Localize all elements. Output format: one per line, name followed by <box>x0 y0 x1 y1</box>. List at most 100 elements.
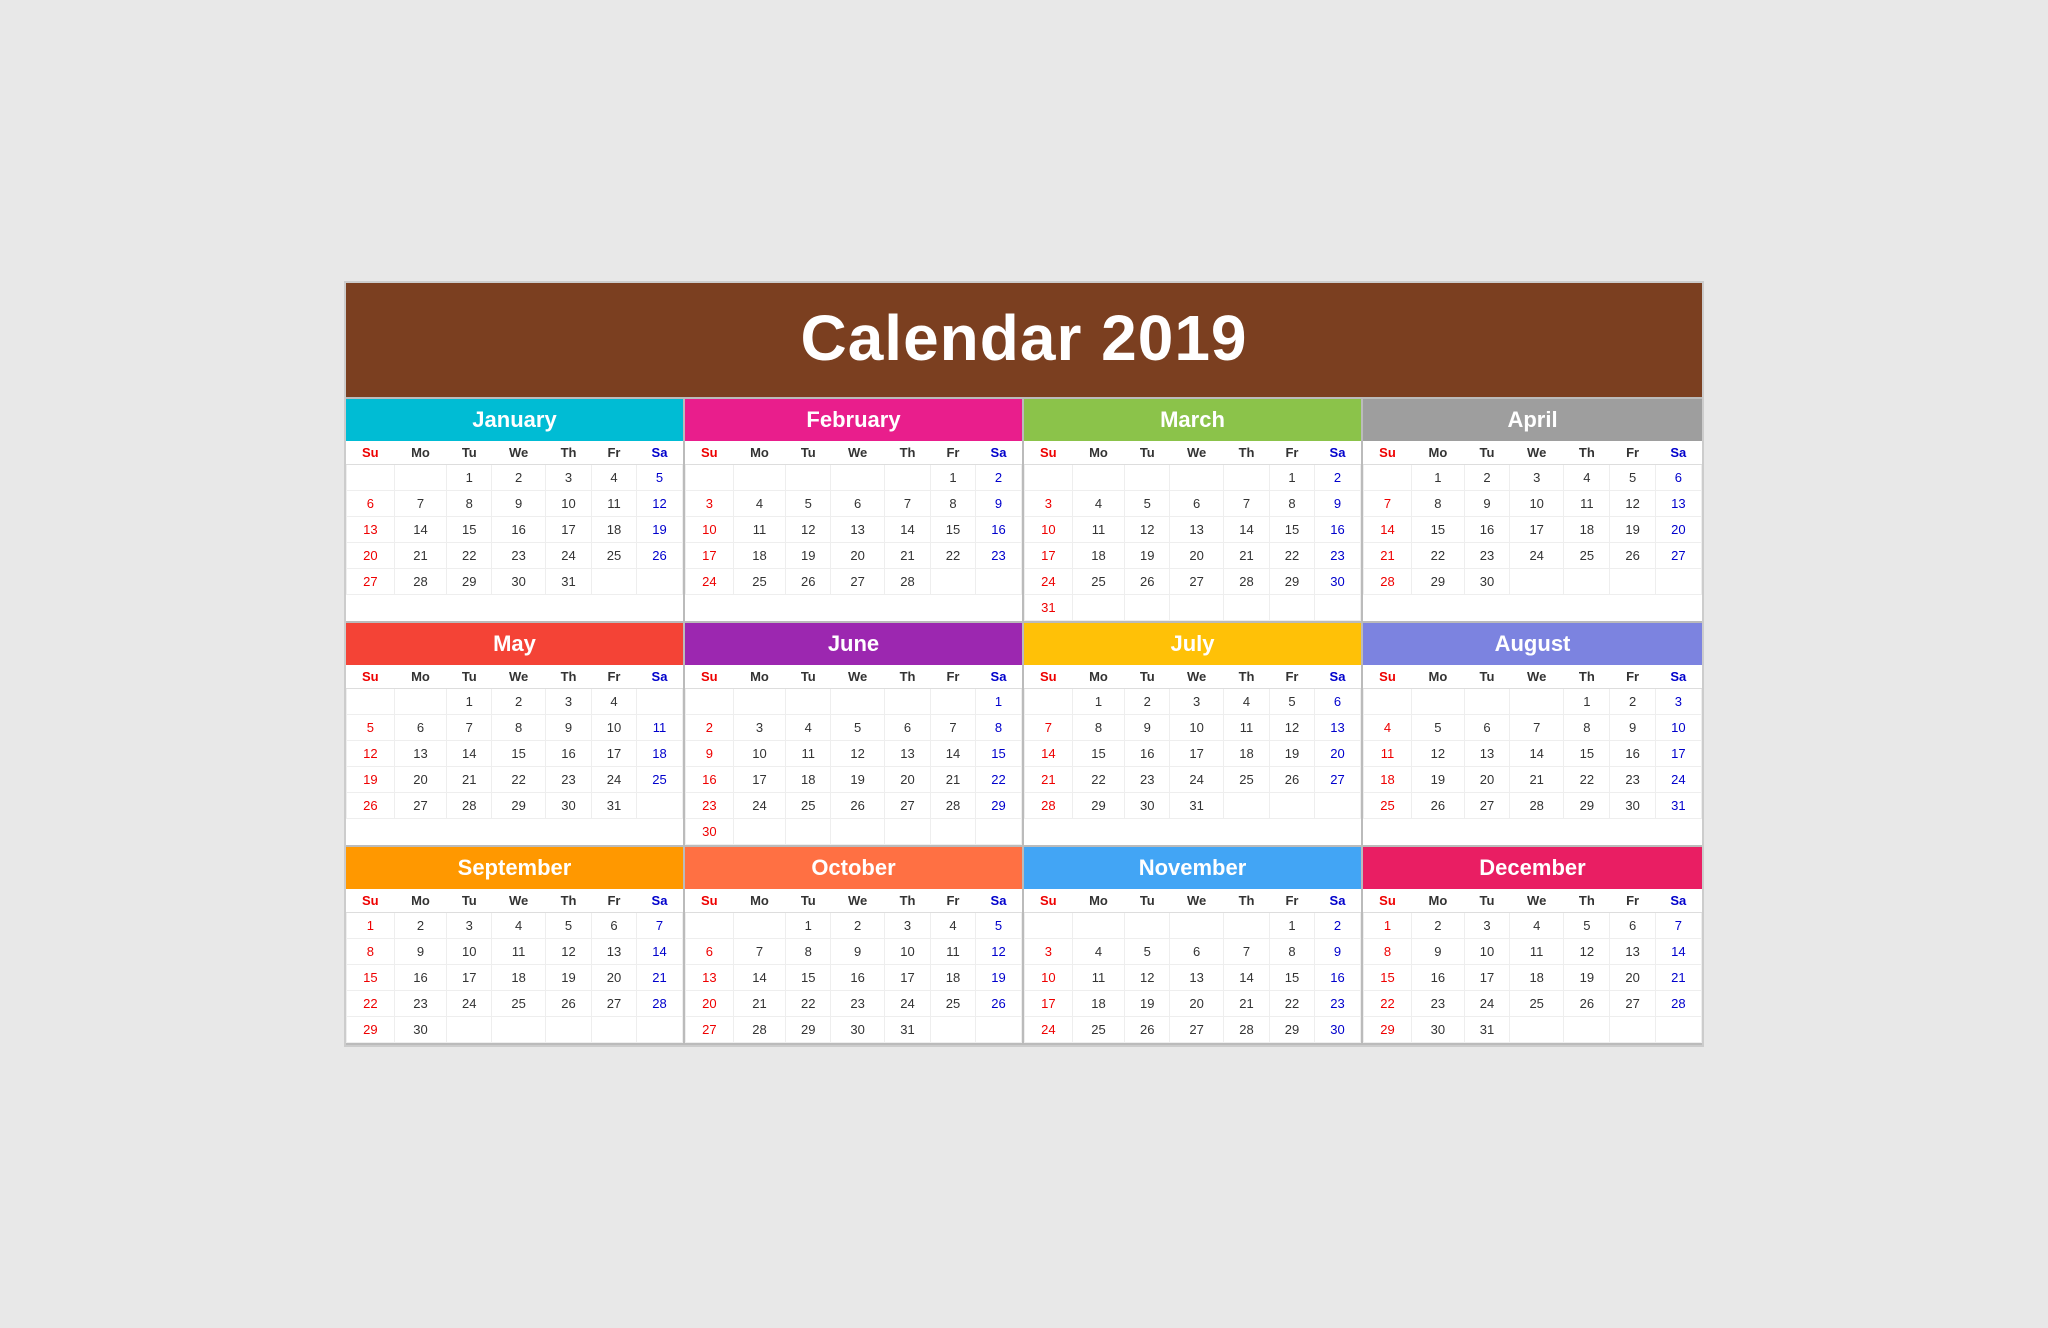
calendar-day: 11 <box>492 939 546 965</box>
calendar-day: 11 <box>786 741 831 767</box>
calendar-day: 19 <box>546 965 592 991</box>
calendar-day: 27 <box>1655 543 1701 569</box>
calendar-day: 22 <box>492 767 546 793</box>
month-header-january: January <box>346 399 683 441</box>
calendar-day: 25 <box>1072 1017 1125 1043</box>
day-header-mo: Mo <box>394 889 447 913</box>
calendar-day: 31 <box>1464 1017 1509 1043</box>
calendar-day: 27 <box>1170 1017 1224 1043</box>
calendar-day: 14 <box>1224 517 1270 543</box>
day-header-sa: Sa <box>1655 665 1701 689</box>
calendar-day: 6 <box>686 939 734 965</box>
calendar-day: 6 <box>1610 913 1655 939</box>
calendar-day: 1 <box>1364 913 1412 939</box>
calendar-day: 9 <box>1314 491 1360 517</box>
calendar-day: 3 <box>885 913 931 939</box>
calendar-day: 18 <box>930 965 975 991</box>
calendar-day: 18 <box>591 517 636 543</box>
calendar-day <box>1125 595 1170 621</box>
calendar-day <box>1072 913 1125 939</box>
calendar-day: 31 <box>1655 793 1701 819</box>
calendar-day: 25 <box>1072 569 1125 595</box>
calendar-day: 26 <box>831 793 885 819</box>
calendar-day: 29 <box>786 1017 831 1043</box>
calendar-day <box>546 1017 592 1043</box>
calendar-day <box>1025 689 1073 715</box>
calendar-day: 17 <box>591 741 636 767</box>
calendar-day: 4 <box>1564 465 1610 491</box>
calendar-day: 23 <box>492 543 546 569</box>
calendar-day: 16 <box>1610 741 1655 767</box>
day-header-tu: Tu <box>1125 889 1170 913</box>
calendar-day: 18 <box>1510 965 1564 991</box>
calendar-day: 29 <box>1072 793 1125 819</box>
day-header-mo: Mo <box>1411 441 1464 465</box>
calendar-day: 30 <box>1314 1017 1360 1043</box>
calendar-day: 13 <box>831 517 885 543</box>
calendar-day: 14 <box>394 517 447 543</box>
day-header-th: Th <box>546 889 592 913</box>
calendar-day <box>1224 913 1270 939</box>
day-header-th: Th <box>1564 889 1610 913</box>
calendar-day: 1 <box>1269 913 1314 939</box>
calendar-day: 18 <box>733 543 786 569</box>
day-header-th: Th <box>1224 441 1270 465</box>
calendar-day: 1 <box>347 913 395 939</box>
calendar-day: 28 <box>930 793 975 819</box>
calendar-day: 9 <box>1610 715 1655 741</box>
calendar-day: 14 <box>1025 741 1073 767</box>
calendar-day: 26 <box>786 569 831 595</box>
calendar-day: 13 <box>686 965 734 991</box>
calendar-day: 12 <box>1564 939 1610 965</box>
calendar-day <box>686 913 734 939</box>
calendar-day <box>1125 465 1170 491</box>
month-september: SeptemberSuMoTuWeThFrSa12345678910111213… <box>346 847 685 1045</box>
calendar-day: 8 <box>975 715 1021 741</box>
calendar-day: 30 <box>394 1017 447 1043</box>
calendar-day: 22 <box>975 767 1021 793</box>
day-header-we: We <box>1170 665 1224 689</box>
calendar-day: 23 <box>686 793 734 819</box>
calendar-day: 26 <box>1269 767 1314 793</box>
calendar-day <box>1170 913 1224 939</box>
day-header-th: Th <box>1564 441 1610 465</box>
calendar-day <box>885 465 931 491</box>
calendar-day: 24 <box>733 793 786 819</box>
calendar-day: 21 <box>1224 543 1270 569</box>
calendar-day: 15 <box>1269 517 1314 543</box>
calendar-day: 7 <box>1364 491 1412 517</box>
calendar-day: 16 <box>394 965 447 991</box>
calendar-day: 5 <box>546 913 592 939</box>
calendar-day: 2 <box>1411 913 1464 939</box>
calendar-day: 19 <box>1610 517 1655 543</box>
calendar-day: 30 <box>1411 1017 1464 1043</box>
calendar-day: 18 <box>492 965 546 991</box>
calendar-day: 3 <box>1025 491 1073 517</box>
calendar-day: 2 <box>686 715 734 741</box>
calendar-day: 19 <box>1125 543 1170 569</box>
calendar-day: 17 <box>546 517 592 543</box>
calendar-day: 11 <box>1510 939 1564 965</box>
calendar-day: 14 <box>1224 965 1270 991</box>
calendar-title: Calendar 2019 <box>346 283 1702 397</box>
day-header-tu: Tu <box>1125 665 1170 689</box>
calendar-day: 25 <box>492 991 546 1017</box>
calendar-day: 24 <box>1510 543 1564 569</box>
calendar-day: 12 <box>831 741 885 767</box>
month-header-february: February <box>685 399 1022 441</box>
month-header-march: March <box>1024 399 1361 441</box>
calendar-day: 4 <box>1224 689 1270 715</box>
calendar-day <box>733 913 786 939</box>
calendar-day: 8 <box>930 491 975 517</box>
calendar-day: 15 <box>1072 741 1125 767</box>
calendar-day: 21 <box>447 767 492 793</box>
day-header-we: We <box>831 889 885 913</box>
calendar-day: 25 <box>591 543 636 569</box>
calendar-day <box>786 819 831 845</box>
day-header-sa: Sa <box>1655 889 1701 913</box>
calendar-day <box>733 465 786 491</box>
calendar-day: 20 <box>1170 543 1224 569</box>
calendar-day: 17 <box>447 965 492 991</box>
calendar-day <box>686 465 734 491</box>
month-header-april: April <box>1363 399 1702 441</box>
